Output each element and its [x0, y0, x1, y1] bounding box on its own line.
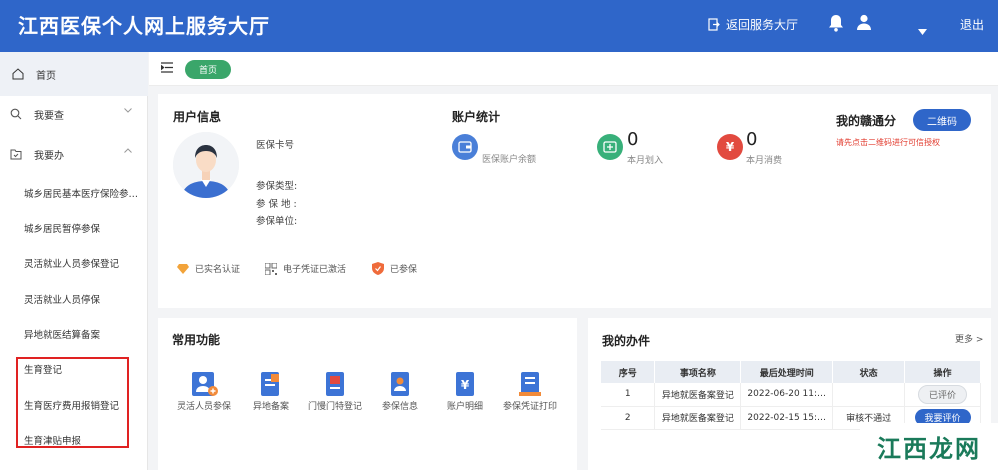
transfer-in-icon — [597, 134, 623, 160]
account-title: 账户统计 — [452, 110, 501, 124]
person-plus-icon — [192, 372, 218, 396]
cell-name: 异地就医备案登记 — [654, 383, 742, 407]
col-header-no: 序号 — [601, 361, 656, 383]
func-account-detail[interactable]: ¥ 账户明细 — [437, 370, 493, 413]
sidebar-group-query[interactable]: 我要查 — [0, 99, 148, 129]
user-icon[interactable] — [856, 14, 872, 34]
func-remote-filing[interactable]: 异地备案 — [243, 370, 299, 413]
badge-label: 已参保 — [390, 265, 418, 275]
sidebar-item-remote-medical[interactable]: 异地就医结算备案 — [24, 327, 146, 341]
e-cert-badge: 电子凭证已激活 — [265, 262, 346, 275]
func-flexible-insure[interactable]: 灵活人员参保 — [176, 370, 232, 413]
sidebar-group-label: 我要办 — [34, 150, 64, 162]
cell-status — [832, 383, 906, 407]
badge-label: 电子凭证已激活 — [283, 265, 347, 275]
shield-icon — [372, 262, 384, 275]
sidebar-item-home[interactable]: 首页 — [0, 52, 148, 96]
avatar — [173, 132, 239, 198]
user-info-title: 用户信息 — [173, 110, 222, 124]
authorize-warning: 请先点击二维码进行可信授权 — [836, 138, 940, 147]
sidebar-group-label: 我要查 — [34, 110, 64, 122]
folder-icon — [10, 149, 22, 159]
diamond-icon — [177, 264, 189, 274]
col-header-name: 事项名称 — [654, 361, 742, 383]
func-insurance-info[interactable]: 参保信息 — [372, 370, 428, 413]
highlight-box — [16, 357, 129, 448]
evaluated-button[interactable]: 已评价 — [918, 384, 968, 404]
table-row: 1 异地就医备案登记 2022-06-20 11:… 已评价 — [601, 383, 981, 407]
exit-icon — [708, 18, 720, 31]
home-icon — [12, 68, 24, 80]
insured-badge: 已参保 — [372, 262, 417, 275]
my-tasks-title: 我的办件 — [602, 334, 651, 348]
insurance-place-label: 参 保 地 : — [256, 199, 297, 210]
back-to-hall-link[interactable]: 返回服务大厅 — [708, 16, 798, 33]
tasks-table: 序号 事项名称 最后处理时间 状态 操作 1 异地就医备案登记 2022-06-… — [601, 361, 981, 430]
tab-home[interactable]: 首页 — [185, 60, 232, 79]
month-in-value: 0 — [627, 129, 639, 150]
watermark: 江西龙网 — [860, 423, 998, 470]
wallet-icon — [452, 134, 478, 160]
application-icon — [326, 372, 344, 396]
qr-code-button[interactable]: 二维码 — [913, 109, 971, 131]
breadcrumb: 首页 — [149, 52, 998, 86]
cell-no: 2 — [601, 406, 656, 430]
col-header-action: 操作 — [904, 361, 981, 383]
sidebar-item-resident-insurance[interactable]: 城乡居民基本医疗保险参… — [24, 186, 146, 200]
func-label: 参保凭证打印 — [502, 402, 557, 412]
qr-code-icon — [265, 262, 277, 275]
sidebar-item-flexible-stop[interactable]: 灵活就业人员停保 — [24, 292, 146, 306]
month-out-value: 0 — [746, 129, 758, 150]
func-label: 参保信息 — [381, 402, 418, 412]
logout-button[interactable]: 退出 — [960, 16, 984, 33]
badge-label: 已实名认证 — [195, 265, 241, 275]
balance-label: 医保账户余额 — [482, 155, 537, 165]
chevron-down-icon[interactable] — [918, 20, 927, 39]
col-header-status: 状态 — [832, 361, 906, 383]
cell-time: 2022-06-20 11:… — [740, 383, 834, 407]
func-label: 异地备案 — [252, 402, 289, 412]
chevron-up-icon — [124, 148, 132, 153]
func-label: 账户明细 — [446, 402, 483, 412]
month-in-label: 本月划入 — [627, 156, 664, 166]
insurance-type-label: 参保类型: — [256, 181, 298, 192]
ganton-score-title: 我的赣通分 — [836, 114, 897, 128]
func-chronic-register[interactable]: 门慢门特登记 — [307, 370, 363, 413]
cell-no: 1 — [601, 383, 656, 407]
document-icon — [261, 372, 279, 396]
sidebar-group-handle[interactable]: 我要办 — [0, 139, 148, 169]
verified-badge: 已实名认证 — [177, 262, 240, 275]
cell-name: 异地就医备案登记 — [654, 406, 742, 430]
common-functions-title: 常用功能 — [172, 333, 221, 347]
bell-icon[interactable] — [828, 14, 844, 36]
chevron-down-icon — [124, 108, 132, 113]
insurance-unit-label: 参保单位: — [256, 216, 298, 227]
search-icon — [10, 108, 22, 120]
yen-icon: ¥ — [456, 372, 474, 396]
cell-time: 2022-02-15 15:… — [740, 406, 834, 430]
back-label: 返回服务大厅 — [726, 18, 799, 32]
col-header-time: 最后处理时间 — [740, 361, 834, 383]
func-label: 灵活人员参保 — [176, 402, 231, 412]
card-number-label: 医保卡号 — [256, 140, 295, 151]
more-link[interactable]: 更多 > — [955, 332, 983, 345]
print-certificate-icon — [519, 372, 541, 396]
sidebar-item-resident-suspend[interactable]: 城乡居民暂停参保 — [24, 221, 146, 235]
app-header: 江西医保个人网上服务大厅 返回服务大厅 退出 — [0, 0, 998, 52]
sidebar-item-label: 首页 — [36, 70, 56, 82]
func-certificate-print[interactable]: 参保凭证打印 — [502, 370, 558, 413]
watermark-text: 江西龙网 — [877, 435, 981, 463]
yen-icon: ¥ — [717, 134, 743, 160]
sidebar-item-flexible-register[interactable]: 灵活就业人员参保登记 — [24, 256, 146, 270]
month-out-label: 本月消费 — [746, 156, 783, 166]
func-label: 门慢门特登记 — [307, 402, 362, 412]
svg-text:¥: ¥ — [461, 378, 470, 392]
cell-action: 已评价 — [904, 383, 981, 407]
id-card-icon — [391, 372, 409, 396]
menu-fold-icon[interactable] — [161, 62, 173, 73]
app-title: 江西医保个人网上服务大厅 — [18, 14, 270, 38]
